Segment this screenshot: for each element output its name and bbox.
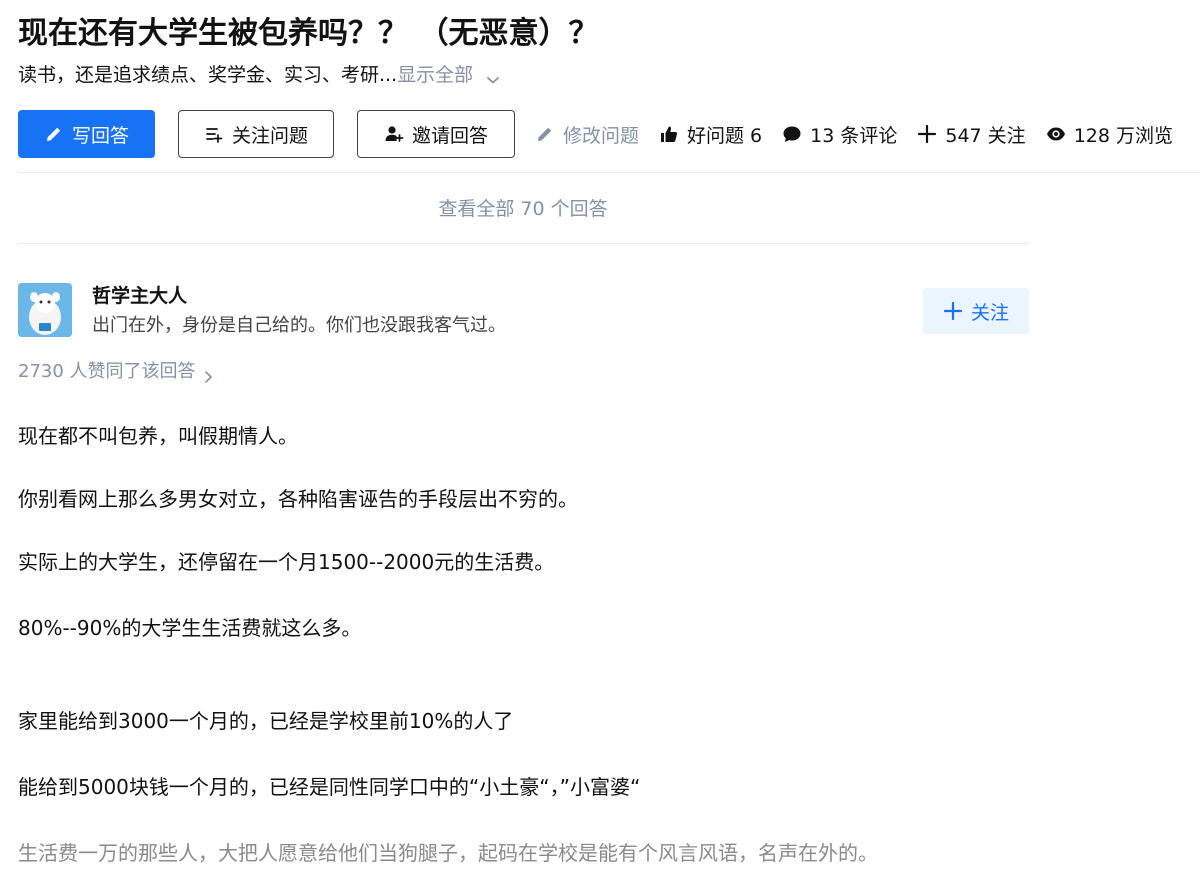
followers-label: 547 关注: [945, 124, 1026, 147]
comment-bubble-icon: [782, 124, 802, 144]
edit-pencil-icon: [535, 124, 555, 144]
comments-button[interactable]: 13 条评论: [782, 121, 897, 148]
show-all-label: 显示全部: [397, 64, 474, 86]
divider-top: [18, 172, 1200, 173]
view-all-answers-button[interactable]: 查看全部 70 个回答: [18, 190, 1028, 228]
thumbs-up-icon: [659, 124, 679, 144]
write-answer-label: 写回答: [71, 124, 129, 147]
chevron-down-icon: [485, 67, 501, 84]
chevron-right-icon: [202, 365, 214, 383]
question-detail: 读书，还是追求绩点、奖学金、实习、考研... 显示全部: [18, 60, 501, 90]
views-label: 128 万浏览: [1073, 124, 1173, 147]
avatar-illustration: [18, 283, 72, 337]
followers-count[interactable]: 547 关注: [917, 121, 1026, 148]
plus-icon: [943, 301, 963, 321]
follow-list-icon: [204, 124, 224, 144]
author-name[interactable]: 哲学主大人: [92, 283, 187, 309]
question-page: 现在还有大学生被包养吗？？ （无恶意）？ 读书，还是追求绩点、奖学金、实习、考研…: [0, 0, 1200, 884]
plus-icon: [917, 124, 937, 144]
answer-author: 哲学主大人 出门在外，身份是自己给的。你们也没跟我客气过。 关注: [18, 283, 1029, 339]
voters-link[interactable]: 2730 人赞同了该回答: [18, 358, 214, 386]
avatar[interactable]: [18, 283, 72, 337]
answer-paragraph: 能给到5000块钱一个月的，已经是同性同学口中的“小土豪“，”小富婆“: [18, 775, 641, 799]
answer-paragraph: 现在都不叫包养，叫假期情人。: [18, 424, 298, 448]
views-count: 128 万浏览: [1046, 121, 1173, 148]
invite-user-icon: [384, 124, 404, 144]
pencil-icon: [44, 124, 64, 144]
edit-question-label: 修改问题: [563, 124, 640, 147]
invite-answer-label: 邀请回答: [411, 124, 488, 147]
eye-icon: [1046, 124, 1066, 144]
show-all-button[interactable]: 显示全部: [397, 60, 501, 90]
answer-paragraph: 你别看网上那么多男女对立，各种陷害诬告的手段层出不穷的。: [18, 487, 578, 511]
follow-author-button[interactable]: 关注: [923, 288, 1029, 334]
follow-author-label: 关注: [970, 301, 1009, 324]
follow-question-label: 关注问题: [231, 124, 308, 147]
invite-answer-button[interactable]: 邀请回答: [357, 110, 515, 158]
answer-paragraph: 家里能给到3000一个月的，已经是学校里前10%的人了: [18, 709, 514, 733]
question-title: 现在还有大学生被包养吗？？ （无恶意）？: [18, 16, 599, 51]
question-actions: 写回答 关注问题 邀请回答 修改问题 好问题 6 13 条评论 547 关注 1…: [18, 110, 1173, 158]
voters-label: 2730 人赞同了该回答: [18, 361, 196, 382]
good-question-button[interactable]: 好问题 6: [659, 121, 762, 148]
author-bio: 出门在外，身份是自己给的。你们也没跟我客气过。: [92, 315, 506, 336]
question-detail-text: 读书，还是追求绩点、奖学金、实习、考研...: [18, 64, 398, 86]
write-answer-button[interactable]: 写回答: [18, 110, 155, 158]
answer-paragraph: 80%--90%的大学生生活费就这么多。: [18, 616, 362, 640]
answer-paragraph: 实际上的大学生，还停留在一个月1500--2000元的生活费。: [18, 550, 555, 574]
good-question-label: 好问题 6: [687, 124, 763, 147]
edit-question-button[interactable]: 修改问题: [535, 121, 639, 148]
divider-answers: [18, 243, 1029, 244]
answer-paragraph: 生活费一万的那些人，大把人愿意给他们当狗腿子，起码在学校是能有个风言风语，名声在…: [18, 841, 878, 865]
comments-label: 13 条评论: [810, 124, 898, 147]
follow-question-button[interactable]: 关注问题: [178, 110, 334, 158]
